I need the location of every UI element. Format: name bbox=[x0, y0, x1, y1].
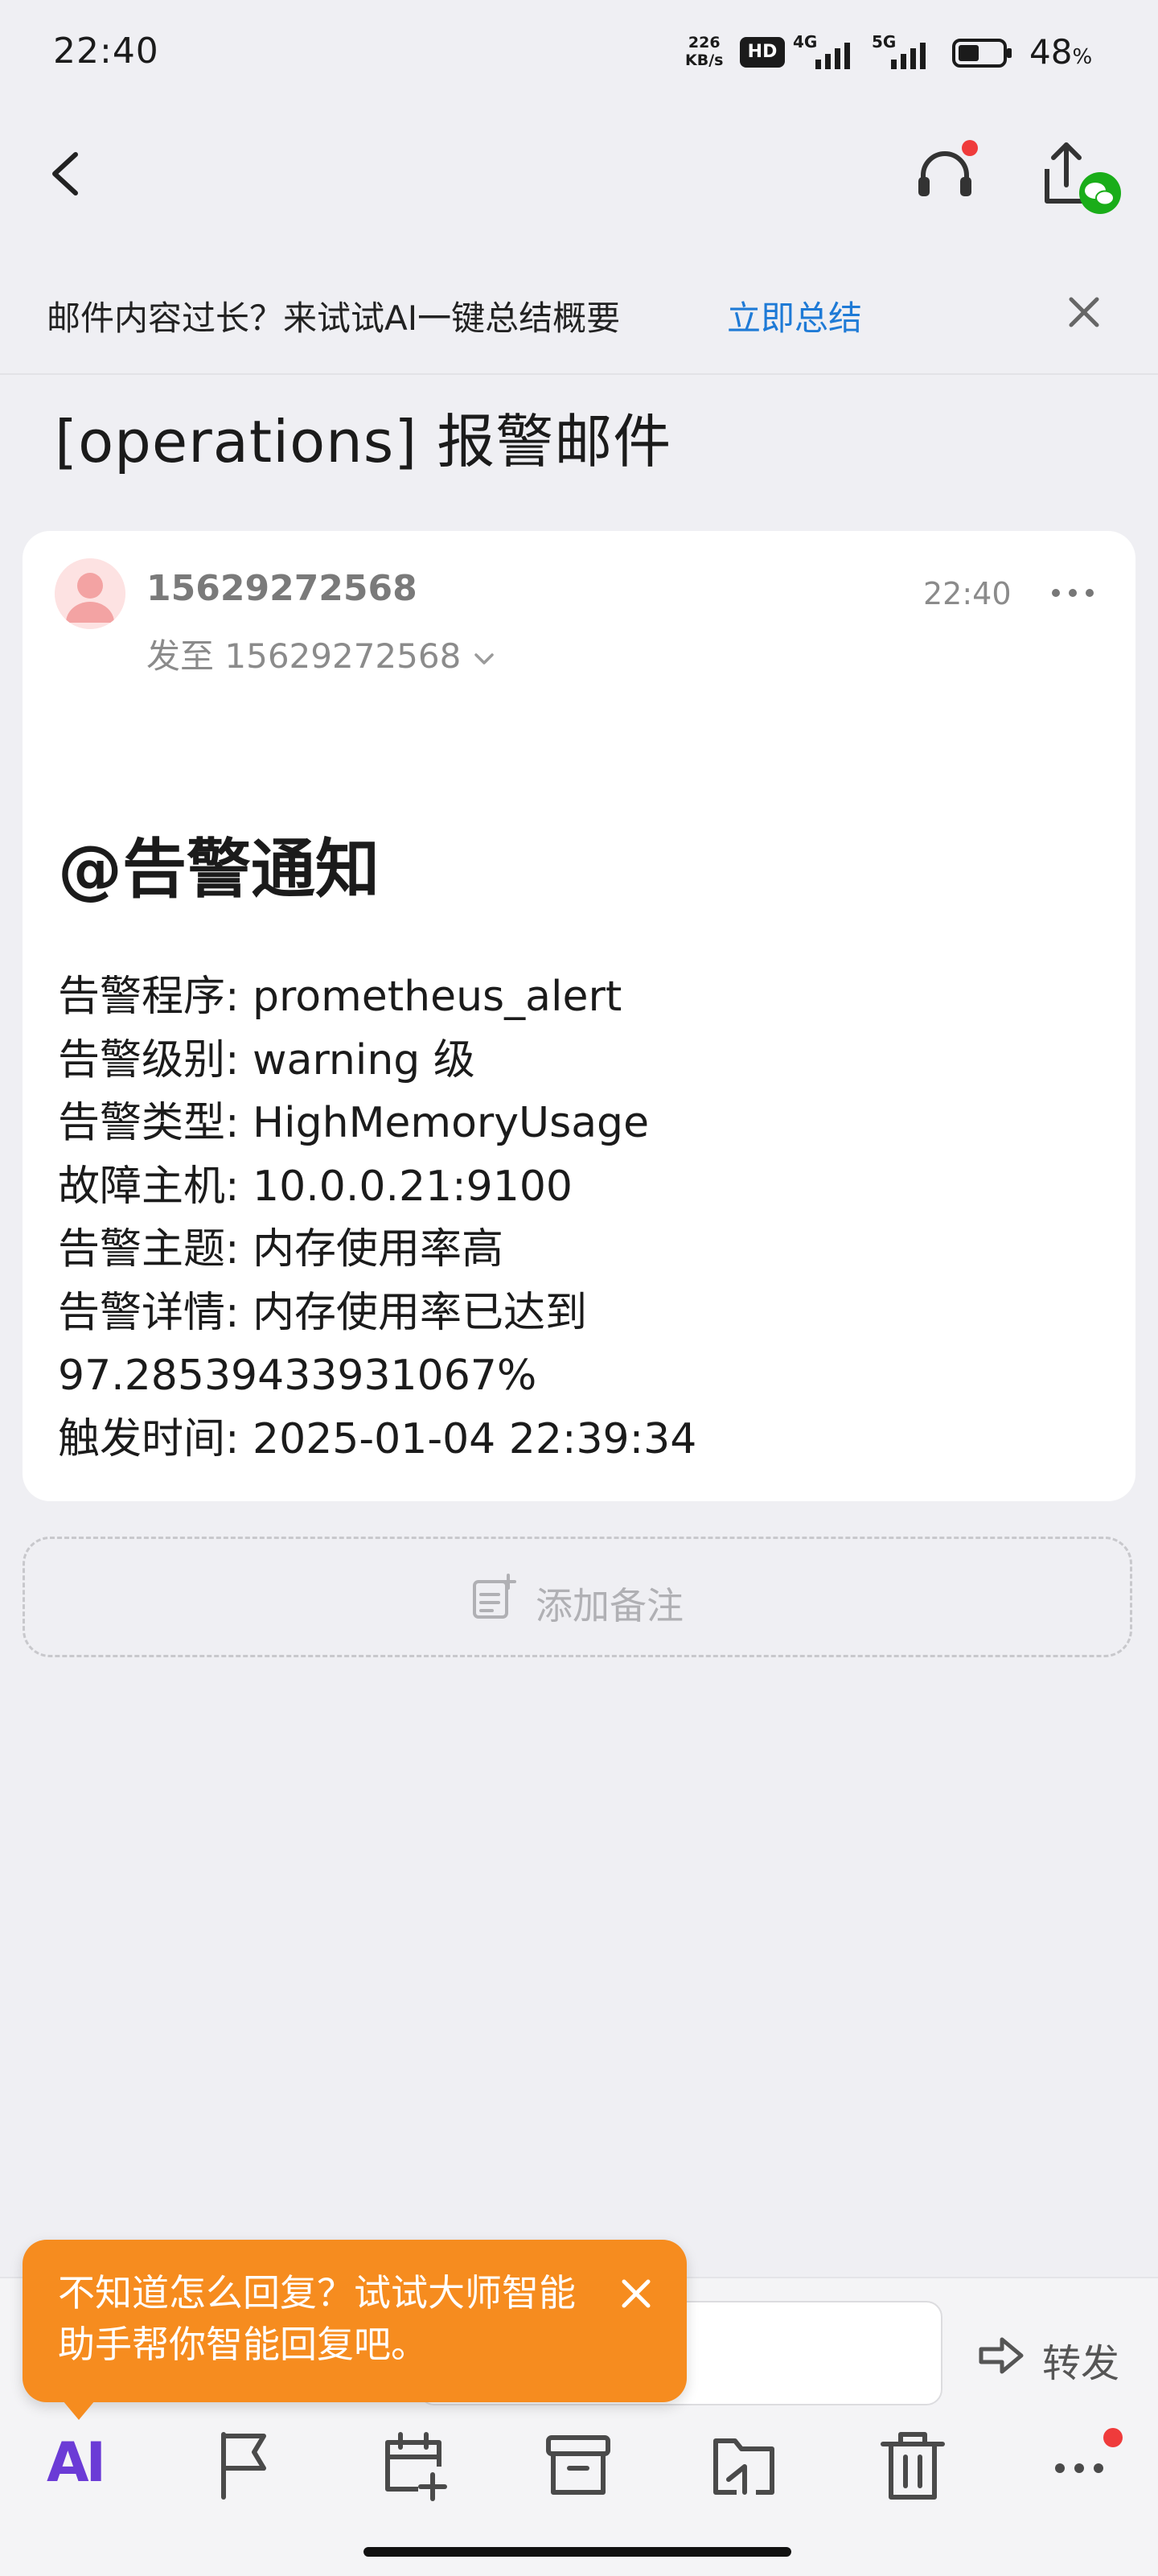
wechat-icon bbox=[1079, 172, 1121, 214]
battery-icon bbox=[952, 39, 1012, 68]
note-add-icon bbox=[473, 1574, 516, 1619]
close-icon bbox=[1069, 297, 1099, 327]
status-time: 22:40 bbox=[53, 31, 159, 72]
forward-label: 转发 bbox=[1042, 2341, 1120, 2386]
alert-line: 告警程序: prometheus_alert bbox=[58, 973, 622, 1021]
alert-line: 告警类型: HighMemoryUsage bbox=[58, 1099, 650, 1147]
battery-percent-symbol: % bbox=[1072, 45, 1093, 69]
summarize-now-link[interactable]: 立即总结 bbox=[727, 291, 862, 340]
alert-heading: @告警通知 bbox=[58, 832, 380, 907]
mail-subject: [operations] 报警邮件 bbox=[55, 408, 672, 475]
delete-button[interactable] bbox=[868, 2422, 957, 2510]
headset-icon bbox=[918, 151, 971, 196]
sender-address[interactable]: 15629272568 bbox=[146, 568, 417, 609]
battery-percent-value: 48 bbox=[1029, 32, 1073, 72]
network-speed-value: 226 bbox=[688, 34, 721, 51]
calendar-button[interactable] bbox=[370, 2422, 458, 2510]
network-speed-unit: KB/s bbox=[685, 51, 724, 69]
flag-button[interactable] bbox=[201, 2422, 290, 2510]
network-speed: 226 KB/s bbox=[685, 34, 723, 69]
forward-icon bbox=[979, 2337, 1024, 2374]
tooltip-arrow bbox=[63, 2401, 95, 2420]
archive-button[interactable] bbox=[534, 2422, 622, 2510]
back-button[interactable] bbox=[37, 137, 93, 209]
alert-line: 告警详情: 内存使用率已达到 bbox=[58, 1288, 588, 1337]
ai-summary-text: 邮件内容过长？来试试AI一键总结概要 bbox=[47, 298, 621, 338]
signal-icon bbox=[815, 43, 850, 69]
headset-button[interactable] bbox=[909, 137, 981, 209]
recipient-address: 15629272568 bbox=[224, 636, 462, 676]
tooltip-text: 不知道怎么回复？试试大师智能助手帮你智能回复吧。 bbox=[58, 2271, 576, 2366]
move-folder-icon bbox=[713, 2438, 774, 2495]
alert-body: 告警程序: prometheus_alert 告警级别: warning 级 告… bbox=[58, 965, 1119, 1471]
trash-icon bbox=[881, 2432, 945, 2500]
chevron-left-icon bbox=[52, 152, 78, 195]
recipient-line[interactable]: 发至 15629272568 bbox=[146, 629, 496, 678]
chevron-down-icon bbox=[474, 652, 494, 665]
hd-badge: HD bbox=[740, 37, 785, 68]
add-note-label: 添加备注 bbox=[536, 1584, 684, 1627]
move-button[interactable] bbox=[700, 2422, 788, 2510]
archive-icon bbox=[546, 2435, 610, 2495]
alert-line: 故障主机: 10.0.0.21:9100 bbox=[58, 1162, 573, 1211]
mail-more-button[interactable] bbox=[1049, 581, 1097, 605]
signal-icon-2 bbox=[891, 43, 926, 69]
recipient-prefix: 发至 bbox=[146, 636, 215, 676]
avatar[interactable] bbox=[55, 558, 125, 629]
more-icon bbox=[1055, 2463, 1103, 2473]
alert-line: 告警主题: 内存使用率高 bbox=[58, 1225, 504, 1274]
ai-assistant-button[interactable]: AI bbox=[32, 2422, 121, 2510]
alert-line: 告警级别: warning 级 bbox=[58, 1035, 475, 1084]
flag-icon bbox=[221, 2432, 266, 2500]
more-horizontal-icon bbox=[1052, 589, 1094, 597]
share-button[interactable] bbox=[1029, 137, 1126, 225]
alert-line: 触发时间: 2025-01-04 22:39:34 bbox=[58, 1414, 697, 1463]
notification-dot bbox=[1103, 2428, 1123, 2447]
mail-time: 22:40 bbox=[923, 576, 1012, 611]
calendar-add-icon bbox=[385, 2432, 447, 2501]
alert-line: 97.28539433931067% bbox=[58, 1352, 537, 1400]
ai-icon: AI bbox=[47, 2431, 106, 2495]
notification-dot bbox=[962, 140, 978, 156]
battery-percent: 48% bbox=[1029, 32, 1092, 72]
home-indicator[interactable] bbox=[363, 2547, 791, 2557]
close-icon bbox=[622, 2279, 651, 2308]
tooltip-close-button[interactable] bbox=[616, 2274, 656, 2314]
banner-close-button[interactable] bbox=[1060, 288, 1108, 336]
more-button[interactable] bbox=[1037, 2422, 1126, 2510]
